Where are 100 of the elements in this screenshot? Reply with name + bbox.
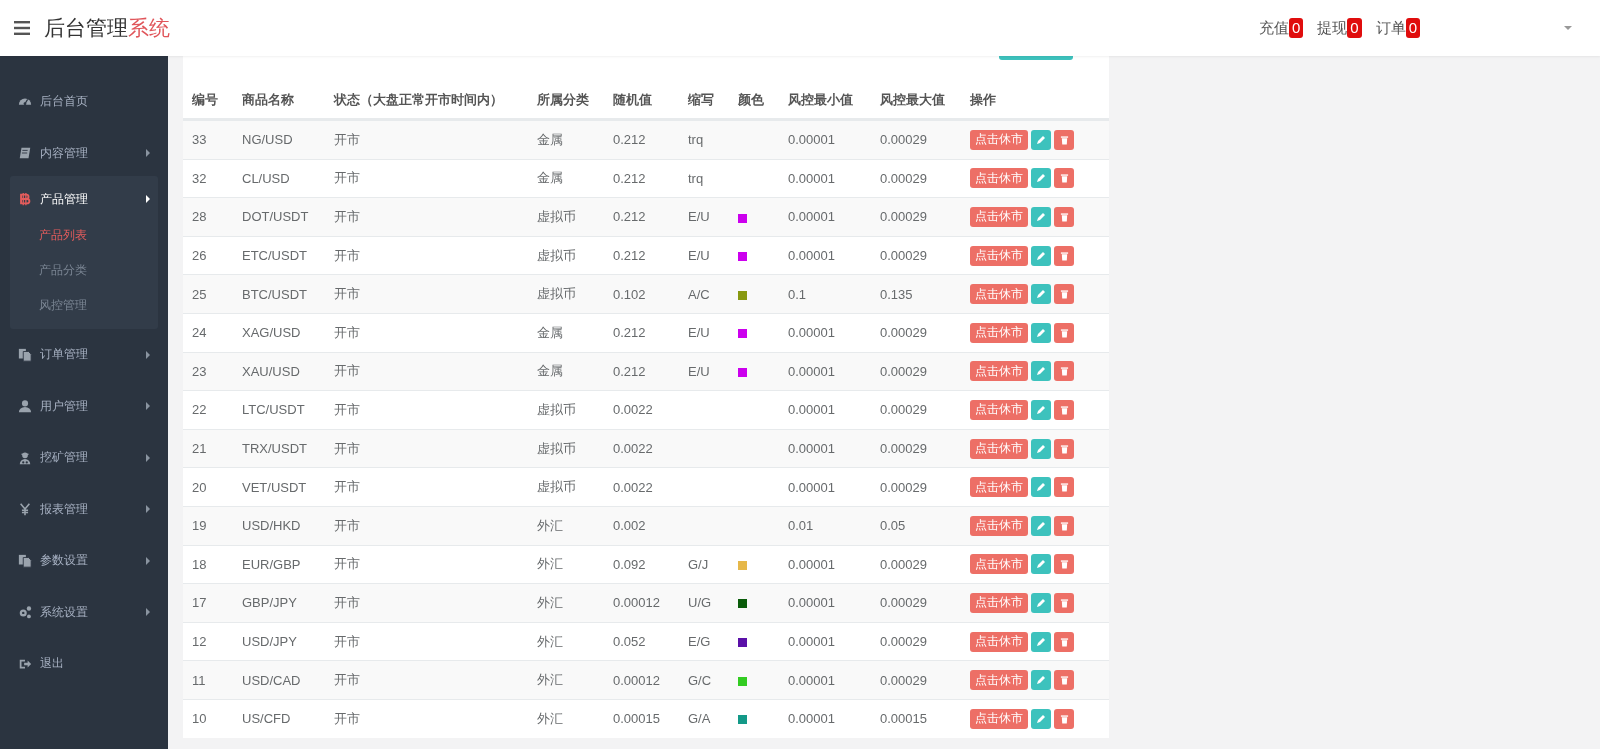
submenu-item[interactable]: 风控管理 (10, 288, 158, 323)
table-cell-text: 0.00029 (879, 556, 928, 572)
bitcoin-icon (18, 192, 32, 206)
pencil-icon (1036, 675, 1046, 686)
column-header: 缩写 (687, 91, 715, 109)
edit-button[interactable] (1031, 168, 1051, 189)
edit-button[interactable] (1031, 322, 1051, 343)
counter-link[interactable]: 提现 (1317, 18, 1348, 38)
delete-button[interactable] (1054, 322, 1074, 343)
delete-button[interactable] (1054, 284, 1074, 305)
edit-button[interactable] (1031, 554, 1051, 575)
sidebar-item[interactable]: 系统设置 (40, 603, 146, 621)
count-badge: 0 (1288, 18, 1304, 38)
documents-icon (18, 347, 32, 362)
pencil-icon (1036, 597, 1046, 608)
pencil-icon (1036, 134, 1046, 145)
column-header: 风控最大值 (879, 91, 946, 109)
edit-button[interactable] (1031, 631, 1051, 652)
close-market-button[interactable]: 点击休市 (970, 399, 1028, 420)
close-market-button[interactable]: 点击休市 (970, 361, 1028, 382)
edit-button[interactable] (1031, 129, 1051, 150)
caret-icon[interactable] (1564, 26, 1572, 30)
delete-button[interactable] (1054, 168, 1074, 189)
sidebar-item[interactable]: 退出 (40, 655, 150, 673)
counter-link[interactable]: 订单 (1375, 18, 1406, 38)
trash-icon (1059, 636, 1069, 647)
delete-button[interactable] (1054, 670, 1074, 691)
caret-icon (146, 195, 150, 203)
table-cell-text: VET/USDT (241, 479, 308, 495)
column-header: 颜色 (737, 91, 765, 109)
delete-button[interactable] (1054, 399, 1074, 420)
pencil-icon (1036, 327, 1046, 338)
edit-button[interactable] (1031, 284, 1051, 305)
sidebar-item[interactable]: 订单管理 (40, 346, 146, 364)
sidebar-item[interactable]: 用户管理 (40, 397, 146, 415)
edit-button[interactable] (1031, 592, 1051, 613)
edit-button[interactable] (1031, 477, 1051, 498)
column-header: 所属分类 (536, 91, 590, 109)
edit-button[interactable] (1031, 515, 1051, 536)
table-cell-text: 22 (191, 402, 208, 418)
close-market-button[interactable]: 点击休市 (970, 284, 1028, 305)
edit-button[interactable] (1031, 399, 1051, 420)
trash-icon (1059, 597, 1069, 608)
counter-link[interactable]: 充值 (1258, 18, 1289, 38)
user-icon (18, 399, 32, 414)
delete-button[interactable] (1054, 592, 1074, 613)
table-cell-text: XAG/USD (241, 325, 302, 341)
table-cell-text: CL/USD (241, 170, 291, 186)
submenu-item[interactable]: 产品列表 (10, 218, 158, 253)
delete-button[interactable] (1054, 245, 1074, 266)
table-cell-text: 10 (191, 711, 208, 727)
table-cell-text: 33 (191, 132, 208, 148)
close-market-button[interactable]: 点击休市 (970, 554, 1028, 575)
close-market-button[interactable]: 点击休市 (970, 631, 1028, 652)
sidebar-item[interactable]: 参数设置 (40, 552, 146, 570)
delete-button[interactable] (1054, 631, 1074, 652)
delete-button[interactable] (1054, 207, 1074, 227)
close-market-button[interactable]: 点击休市 (970, 670, 1028, 691)
edit-button[interactable] (1031, 670, 1051, 691)
sidebar-item[interactable]: 报表管理 (40, 500, 146, 518)
delete-button[interactable] (1054, 477, 1074, 498)
edit-button[interactable] (1031, 438, 1051, 459)
sidebar-item[interactable]: 后台首页 (40, 93, 150, 111)
close-market-button[interactable]: 点击休市 (970, 129, 1028, 150)
edit-button[interactable] (1031, 245, 1051, 266)
delete-button[interactable] (1054, 708, 1074, 729)
table-cell-text: 虚拟币 (536, 246, 577, 265)
pencil-icon (1036, 173, 1046, 184)
table-cell-text: 20 (191, 479, 208, 495)
delete-button[interactable] (1054, 129, 1074, 150)
yen-icon (18, 502, 32, 517)
close-market-button[interactable]: 点击休市 (970, 438, 1028, 459)
table-cell-text: 0.212 (612, 363, 647, 379)
submenu-item[interactable]: 产品分类 (10, 253, 158, 288)
caret-icon (146, 453, 150, 462)
close-market-button[interactable]: 点击休市 (970, 515, 1028, 536)
delete-button[interactable] (1054, 361, 1074, 382)
close-market-button[interactable]: 点击休市 (970, 322, 1028, 343)
close-market-button[interactable]: 点击休市 (970, 168, 1028, 189)
close-market-button[interactable]: 点击休市 (970, 477, 1028, 498)
table-cell-text: 0.00029 (879, 634, 928, 649)
sidebar-item[interactable]: 内容管理 (40, 144, 146, 162)
close-market-button[interactable]: 点击休市 (970, 207, 1028, 227)
delete-button[interactable] (1054, 554, 1074, 575)
table-cell-text: 开市 (333, 208, 361, 226)
table-cell-text: 外汇 (536, 593, 564, 612)
table-cell-text: 0.00001 (787, 672, 836, 688)
table-cell-text: 0.00029 (879, 479, 928, 495)
table-cell-text: 0.01 (787, 518, 815, 534)
delete-button[interactable] (1054, 438, 1074, 459)
sidebar-item[interactable]: 产品管理 (40, 190, 146, 208)
close-market-button[interactable]: 点击休市 (970, 245, 1028, 266)
delete-button[interactable] (1054, 515, 1074, 536)
sidebar-item[interactable]: 挖矿管理 (40, 449, 146, 467)
edit-button[interactable] (1031, 708, 1051, 729)
edit-button[interactable] (1031, 361, 1051, 382)
close-market-button[interactable]: 点击休市 (970, 592, 1028, 613)
menu-icon[interactable] (14, 21, 30, 35)
edit-button[interactable] (1031, 207, 1051, 227)
close-market-button[interactable]: 点击休市 (970, 708, 1028, 729)
